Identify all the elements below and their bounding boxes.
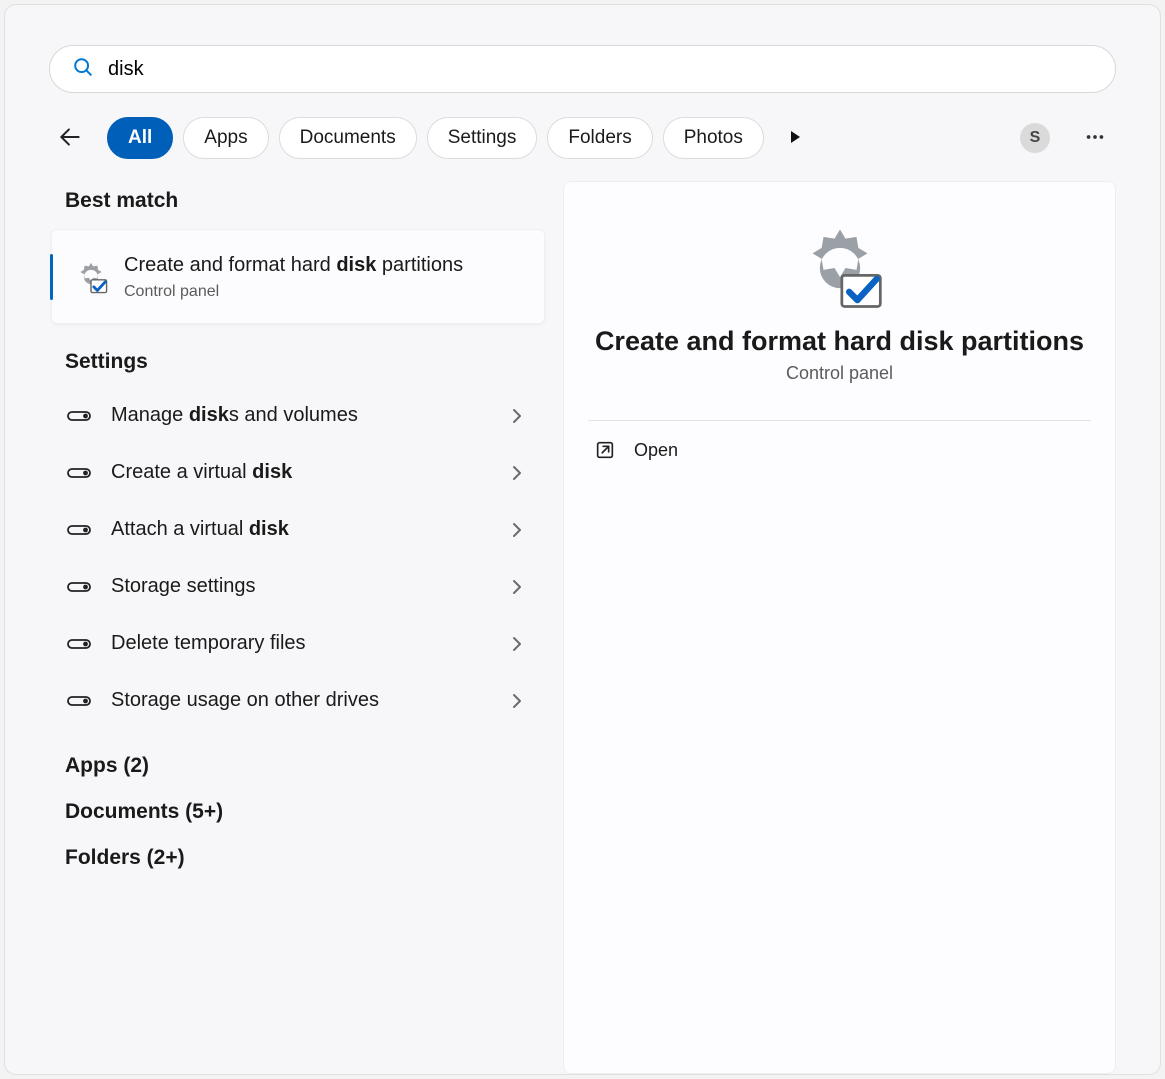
storage-icon — [67, 465, 91, 481]
action-open-label: Open — [634, 440, 678, 461]
search-bar[interactable] — [49, 45, 1116, 93]
settings-item-label: Storage usage on other drives — [111, 689, 487, 712]
settings-item-storage-usage-other-drives[interactable]: Storage usage on other drives — [49, 673, 545, 728]
chevron-right-icon — [507, 463, 527, 483]
best-match-result[interactable]: Create and format hard disk partitions C… — [51, 229, 545, 324]
more-filters-button[interactable] — [776, 119, 814, 157]
more-horizontal-icon — [1084, 126, 1106, 151]
chevron-right-icon — [507, 577, 527, 597]
settings-item-label: Delete temporary files — [111, 632, 487, 655]
filter-row: All Apps Documents Settings Folders Phot… — [49, 117, 1116, 159]
best-match-text: Create and format hard disk partitions C… — [124, 252, 463, 301]
settings-item-label: Manage disks and volumes — [111, 404, 487, 427]
settings-item-label: Attach a virtual disk — [111, 518, 487, 541]
preview-panel: Create and format hard disk partitions C… — [563, 181, 1116, 1074]
settings-item-label: Storage settings — [111, 575, 487, 598]
category-folders[interactable]: Folders (2+) — [49, 838, 545, 884]
best-match-subtitle: Control panel — [124, 283, 463, 301]
storage-icon — [67, 522, 91, 538]
gear-check-icon — [74, 260, 108, 294]
results-column: Best match Create and format hard disk p… — [49, 181, 545, 1074]
arrow-left-icon — [57, 124, 83, 153]
settings-item-delete-temp-files[interactable]: Delete temporary files — [49, 616, 545, 671]
filter-chip-settings[interactable]: Settings — [427, 117, 538, 159]
settings-item-storage-settings[interactable]: Storage settings — [49, 559, 545, 614]
settings-item-create-virtual-disk[interactable]: Create a virtual disk — [49, 445, 545, 500]
category-documents[interactable]: Documents (5+) — [49, 792, 545, 838]
overflow-menu-button[interactable] — [1074, 117, 1116, 159]
search-icon — [72, 56, 94, 83]
action-open[interactable]: Open — [588, 421, 1091, 479]
content-area: Best match Create and format hard disk p… — [49, 181, 1116, 1074]
settings-list: Manage disks and volumes Create a virtua… — [49, 388, 545, 728]
best-match-title: Create and format hard disk partitions — [124, 252, 463, 279]
search-window: All Apps Documents Settings Folders Phot… — [4, 4, 1161, 1075]
storage-icon — [67, 693, 91, 709]
settings-item-manage-disks[interactable]: Manage disks and volumes — [49, 388, 545, 443]
filter-chip-photos[interactable]: Photos — [663, 117, 764, 159]
user-avatar[interactable]: S — [1020, 123, 1050, 153]
chevron-right-icon — [507, 520, 527, 540]
back-button[interactable] — [49, 117, 91, 159]
storage-icon — [67, 579, 91, 595]
settings-header: Settings — [49, 324, 545, 388]
chevron-right-icon — [507, 406, 527, 426]
storage-icon — [67, 408, 91, 424]
storage-icon — [67, 636, 91, 652]
search-input[interactable] — [108, 58, 1093, 81]
chevron-right-icon — [507, 634, 527, 654]
best-match-header: Best match — [49, 181, 545, 229]
filter-chip-folders[interactable]: Folders — [547, 117, 652, 159]
category-apps[interactable]: Apps (2) — [49, 728, 545, 792]
chevron-right-icon — [507, 691, 527, 711]
open-external-icon — [594, 439, 616, 461]
triangle-right-icon — [787, 129, 803, 148]
settings-item-label: Create a virtual disk — [111, 461, 487, 484]
settings-item-attach-virtual-disk[interactable]: Attach a virtual disk — [49, 502, 545, 557]
gear-check-icon — [796, 224, 884, 312]
filter-chip-apps[interactable]: Apps — [183, 117, 268, 159]
filter-chip-all[interactable]: All — [107, 117, 173, 159]
filter-chip-documents[interactable]: Documents — [279, 117, 417, 159]
preview-subtitle: Control panel — [786, 363, 893, 384]
preview-title: Create and format hard disk partitions — [595, 326, 1084, 357]
